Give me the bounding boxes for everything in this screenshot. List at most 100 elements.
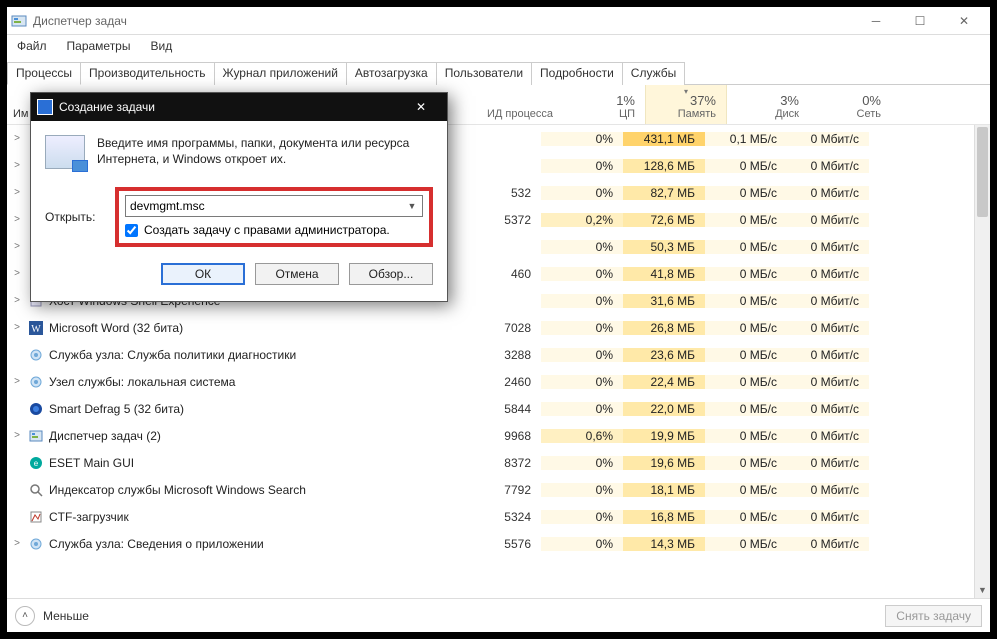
expand-toggle[interactable]: > [7, 538, 27, 549]
cpu-cell: 0% [541, 240, 623, 254]
dropdown-arrow-icon[interactable]: ▼ [404, 198, 420, 214]
fewer-details-label[interactable]: Меньше [43, 609, 89, 623]
end-task-button[interactable]: Снять задачу [885, 605, 982, 627]
fewer-details-button[interactable]: ˄ [15, 606, 35, 626]
network-cell: 0 Мбит/с [787, 240, 869, 254]
process-name: CTF-загрузчик [27, 509, 431, 525]
expand-toggle[interactable]: > [7, 133, 27, 144]
table-row[interactable]: >Узел службы: локальная система24600%22,… [7, 368, 990, 395]
memory-cell: 23,6 МБ [623, 348, 705, 362]
disk-cell: 0 МБ/с [705, 267, 787, 281]
expand-toggle[interactable]: > [7, 187, 27, 198]
dialog-titlebar: Создание задачи ✕ [31, 93, 447, 121]
header-pid[interactable]: ИД процесса [453, 85, 563, 124]
memory-cell: 19,6 МБ [623, 456, 705, 470]
memory-cell: 14,3 МБ [623, 537, 705, 551]
process-name: Диспетчер задач (2) [27, 428, 431, 444]
network-cell: 0 Мбит/с [787, 402, 869, 416]
memory-cell: 72,6 МБ [623, 213, 705, 227]
network-cell: 0 Мбит/с [787, 483, 869, 497]
expand-toggle[interactable]: > [7, 160, 27, 171]
scroll-thumb[interactable] [977, 127, 988, 217]
tab-app-history[interactable]: Журнал приложений [214, 62, 347, 85]
tab-startup[interactable]: Автозагрузка [346, 62, 437, 85]
process-name: Индексатор службы Microsoft Windows Sear… [27, 482, 431, 498]
network-cell: 0 Мбит/с [787, 375, 869, 389]
menu-options[interactable]: Параметры [61, 37, 137, 55]
tab-users[interactable]: Пользователи [436, 62, 532, 85]
tab-services[interactable]: Службы [622, 62, 685, 85]
table-row[interactable]: Служба узла: Служба политики диагностики… [7, 341, 990, 368]
minimize-button[interactable]: ─ [854, 7, 898, 35]
svg-text:W: W [31, 324, 41, 335]
process-name: Служба узла: Служба политики диагностики [27, 347, 431, 363]
disk-cell: 0 МБ/с [705, 429, 787, 443]
admin-checkbox-label: Создать задачу с правами администратора. [144, 223, 390, 237]
open-value: devmgmt.msc [130, 199, 205, 213]
admin-checkbox[interactable] [125, 224, 138, 237]
tab-processes[interactable]: Процессы [7, 62, 81, 85]
process-icon: e [27, 455, 45, 471]
cancel-button[interactable]: Отмена [255, 263, 339, 285]
table-row[interactable]: eESET Main GUI83720%19,6 МБ0 МБ/с0 Мбит/… [7, 449, 990, 476]
header-disk[interactable]: 3%Диск [727, 85, 809, 124]
expand-toggle[interactable]: > [7, 268, 27, 279]
table-row[interactable]: Smart Defrag 5 (32 бита)58440%22,0 МБ0 М… [7, 395, 990, 422]
network-cell: 0 Мбит/с [787, 132, 869, 146]
menu-view[interactable]: Вид [144, 37, 178, 55]
table-row[interactable]: CTF-загрузчик53240%16,8 МБ0 МБ/с0 Мбит/с [7, 503, 990, 530]
process-pid: 3288 [431, 348, 541, 362]
dialog-close-button[interactable]: ✕ [401, 93, 441, 121]
disk-cell: 0 МБ/с [705, 456, 787, 470]
memory-cell: 128,6 МБ [623, 159, 705, 173]
expand-toggle[interactable]: > [7, 214, 27, 225]
browse-button[interactable]: Обзор... [349, 263, 433, 285]
header-network[interactable]: 0%Сеть [809, 85, 891, 124]
expand-toggle[interactable]: > [7, 295, 27, 306]
table-row[interactable]: Индексатор службы Microsoft Windows Sear… [7, 476, 990, 503]
memory-cell: 19,9 МБ [623, 429, 705, 443]
memory-cell: 82,7 МБ [623, 186, 705, 200]
process-icon [27, 536, 45, 552]
memory-cell: 18,1 МБ [623, 483, 705, 497]
maximize-button[interactable]: ☐ [898, 7, 942, 35]
vertical-scrollbar[interactable]: ▲ ▼ [974, 125, 990, 598]
header-memory[interactable]: ▾37%Память [645, 85, 727, 124]
table-row[interactable]: >Служба узла: Сведения о приложении55760… [7, 530, 990, 557]
header-cpu[interactable]: 1%ЦП [563, 85, 645, 124]
memory-cell: 22,4 МБ [623, 375, 705, 389]
process-name: WMicrosoft Word (32 бита) [27, 320, 431, 336]
run-dialog: Создание задачи ✕ Введите имя программы,… [30, 92, 448, 302]
disk-cell: 0 МБ/с [705, 375, 787, 389]
disk-cell: 0 МБ/с [705, 294, 787, 308]
network-cell: 0 Мбит/с [787, 294, 869, 308]
disk-cell: 0 МБ/с [705, 348, 787, 362]
table-row[interactable]: >Диспетчер задач (2)99680,6%19,9 МБ0 МБ/… [7, 422, 990, 449]
tab-details[interactable]: Подробности [531, 62, 623, 85]
run-icon [45, 135, 85, 169]
app-icon [11, 13, 27, 29]
disk-cell: 0 МБ/с [705, 402, 787, 416]
expand-toggle[interactable]: > [7, 430, 27, 441]
expand-toggle[interactable]: > [7, 322, 27, 333]
disk-cell: 0 МБ/с [705, 240, 787, 254]
scroll-down-arrow[interactable]: ▼ [975, 582, 990, 598]
cpu-cell: 0% [541, 294, 623, 308]
process-name: Узел службы: локальная система [27, 374, 431, 390]
process-name: Smart Defrag 5 (32 бита) [27, 401, 431, 417]
process-icon [27, 374, 45, 390]
expand-toggle[interactable]: > [7, 241, 27, 252]
window-title: Диспетчер задач [33, 14, 854, 28]
tab-performance[interactable]: Производительность [80, 62, 214, 85]
process-pid: 5844 [431, 402, 541, 416]
cpu-cell: 0% [541, 402, 623, 416]
dialog-icon [37, 99, 53, 115]
network-cell: 0 Мбит/с [787, 186, 869, 200]
table-row[interactable]: >WMicrosoft Word (32 бита)70280%26,8 МБ0… [7, 314, 990, 341]
ok-button[interactable]: ОК [161, 263, 245, 285]
expand-toggle[interactable]: > [7, 376, 27, 387]
open-combobox[interactable]: devmgmt.msc ▼ [125, 195, 423, 217]
memory-cell: 16,8 МБ [623, 510, 705, 524]
menu-file[interactable]: Файл [11, 37, 53, 55]
close-button[interactable]: ✕ [942, 7, 986, 35]
